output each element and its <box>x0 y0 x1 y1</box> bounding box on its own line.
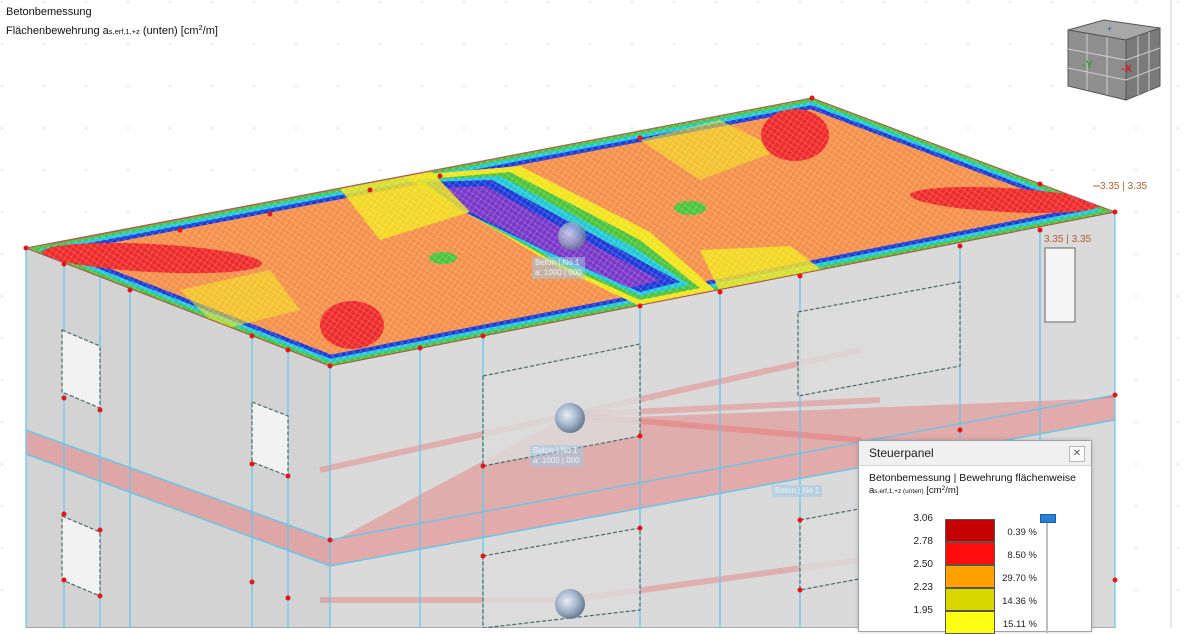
node-label-1-line2: a: 1000 | 000 <box>535 268 582 277</box>
panel-quantity-unit-suffix: /m] <box>945 485 959 496</box>
legend-value: 2.78 <box>913 536 933 547</box>
legend-value: 3.06 <box>913 513 933 524</box>
node-label-3[interactable]: Beton | No 1 <box>772 485 823 497</box>
close-icon[interactable]: ✕ <box>1069 446 1085 462</box>
legend-percent: 15.11 % <box>1002 619 1037 630</box>
legend-row[interactable]: 2.78 8.50 % <box>859 534 1091 565</box>
viewport-title: Betonbemessung Flächenbewehrung as,erf,1… <box>6 5 218 39</box>
panel-quantity-unit: [cm <box>923 485 942 496</box>
support-sphere-1 <box>555 403 585 433</box>
legend-value: 2.50 <box>913 559 933 570</box>
viewport-title-line2: Flächenbewehrung as,erf,1,+z (unten) [cm… <box>6 20 218 39</box>
legend-row[interactable]: 1.95 15.11 % <box>859 603 1091 634</box>
navcube-neg-x-label: -X <box>1121 63 1133 75</box>
support-sphere-2 <box>555 589 585 619</box>
legend-row[interactable]: 3.06 0.39 % <box>859 511 1091 542</box>
control-panel-heading: Betonbemessung | Bewehrung flächenweise <box>869 472 1077 484</box>
navcube-top-mark: + <box>1107 24 1112 34</box>
control-panel-title: Steuerpanel <box>869 446 934 460</box>
legend-value: 2.23 <box>913 582 933 593</box>
node-label-1[interactable]: Beton | No 1 a: 1000 | 000 <box>532 257 585 279</box>
navcube-left-face <box>1067 29 1127 101</box>
node-label-3-line1: Beton | No 1 <box>775 486 820 495</box>
legend-value: 1.95 <box>913 605 933 616</box>
title-quantity-subscript: s,erf,1,+z <box>108 27 140 36</box>
node-label-1-line1: Beton | No 1 <box>535 258 580 267</box>
dimension-label-1: 3.35 | 3.35 <box>1100 181 1148 192</box>
roof-center-sphere <box>558 222 586 250</box>
node-label-2[interactable]: Beton | No 1 a: 1000 | 000 <box>530 445 583 467</box>
viewport-title-line1: Betonbemessung <box>6 6 92 18</box>
navigation-cube[interactable]: -Y -X + <box>1060 16 1164 106</box>
legend-row[interactable]: 2.50 29.70 % <box>859 557 1091 588</box>
title-quantity-mid: (unten) [cm <box>139 25 199 37</box>
panel-quantity-subscript: s,erf,1,+z (unten) <box>874 488 924 495</box>
legend-slider-thumb[interactable] <box>1040 514 1056 523</box>
legend-slider-track[interactable] <box>1046 517 1048 633</box>
legend-row[interactable]: 2.23 14.36 % <box>859 580 1091 611</box>
dimension-label-2: 3.35 | 3.35 <box>1044 234 1092 245</box>
navcube-neg-y-label: -Y <box>1082 59 1094 71</box>
title-unit-suffix: /m] <box>202 25 218 37</box>
control-panel-titlebar[interactable]: Steuerpanel ✕ <box>859 441 1091 466</box>
control-panel[interactable]: Steuerpanel ✕ Betonbemessung | Bewehrung… <box>858 440 1092 634</box>
title-quantity: Flächenbewehrung a <box>6 25 109 37</box>
control-panel-quantity: as,erf,1,+z (unten) [cm2/m] <box>869 485 958 496</box>
legend-swatch <box>945 611 995 634</box>
node-label-2-line1: Beton | No 1 <box>533 446 578 455</box>
3d-viewport[interactable]: Betonbemessung Flächenbewehrung as,erf,1… <box>0 0 1200 634</box>
node-label-2-line2: a: 1000 | 000 <box>533 456 580 465</box>
